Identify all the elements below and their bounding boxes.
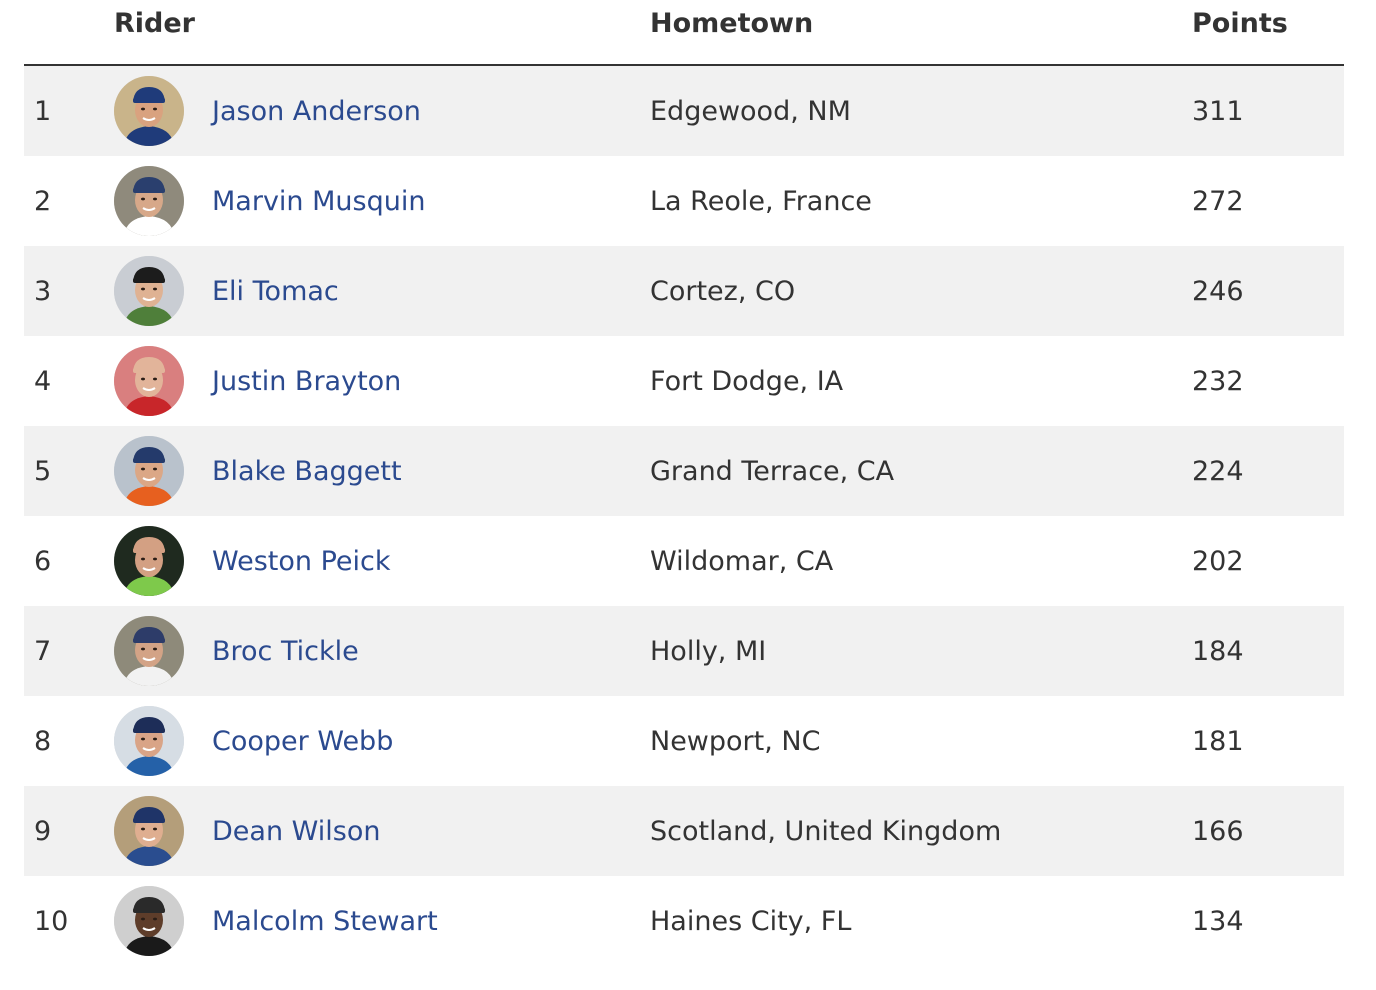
rider-avatar[interactable] (114, 706, 184, 776)
points-cell: 246 (1192, 275, 1244, 307)
name-cell: Dean Wilson (212, 786, 380, 876)
table-row: 6 Weston Peick Wildomar, CA 202 (24, 516, 1344, 606)
table-row: 4 Justin Brayton Fort Dodge, IA 232 (24, 336, 1344, 426)
table-row: 10 Malcolm Stewart Haines City, FL 134 (24, 876, 1344, 966)
hometown-cell: Wildomar, CA (650, 545, 834, 577)
points-cell: 224 (1192, 455, 1244, 487)
avatar-cell (114, 696, 184, 786)
table-row: 7 Broc Tickle Holly, MI 184 (24, 606, 1344, 696)
table-row: 9 Dean Wilson Scotland, United Kingdom 166 (24, 786, 1344, 876)
avatar-cell (114, 66, 184, 156)
name-cell: Eli Tomac (212, 246, 339, 336)
rider-name-link[interactable]: Eli Tomac (212, 276, 339, 307)
rank-cell: 7 (34, 635, 52, 667)
hometown-cell: Holly, MI (650, 635, 767, 667)
rank-cell: 1 (34, 95, 52, 127)
rider-avatar[interactable] (114, 436, 184, 506)
rider-name-link[interactable]: Malcolm Stewart (212, 906, 438, 937)
table-row: 3 Eli Tomac Cortez, CO 246 (24, 246, 1344, 336)
rider-avatar[interactable] (114, 886, 184, 956)
hometown-cell: Grand Terrace, CA (650, 455, 895, 487)
rider-name-link[interactable]: Broc Tickle (212, 636, 359, 667)
rank-cell: 2 (34, 185, 52, 217)
table-body: 1 Jason Anderson Edgewood, NM 311 2 Marvin Mu… (24, 66, 1344, 966)
rank-cell: 9 (34, 815, 52, 847)
name-cell: Jason Anderson (212, 66, 421, 156)
header-hometown: Hometown (650, 8, 814, 39)
hometown-cell: Scotland, United Kingdom (650, 815, 1002, 847)
hometown-cell: Newport, NC (650, 725, 821, 757)
rider-avatar[interactable] (114, 346, 184, 416)
name-cell: Cooper Webb (212, 696, 393, 786)
rider-avatar[interactable] (114, 76, 184, 146)
rider-name-link[interactable]: Blake Baggett (212, 456, 402, 487)
avatar-cell (114, 606, 184, 696)
points-cell: 184 (1192, 635, 1244, 667)
hometown-cell: Fort Dodge, IA (650, 365, 844, 397)
table-row: 1 Jason Anderson Edgewood, NM 311 (24, 66, 1344, 156)
name-cell: Weston Peick (212, 516, 391, 606)
rider-name-link[interactable]: Justin Brayton (212, 366, 401, 397)
rider-avatar[interactable] (114, 166, 184, 236)
rank-cell: 10 (34, 905, 69, 937)
rider-name-link[interactable]: Cooper Webb (212, 726, 393, 757)
avatar-cell (114, 246, 184, 336)
avatar-cell (114, 426, 184, 516)
rider-name-link[interactable]: Weston Peick (212, 546, 391, 577)
avatar-cell (114, 336, 184, 426)
table-row: 5 Blake Baggett Grand Terrace, CA 224 (24, 426, 1344, 516)
name-cell: Marvin Musquin (212, 156, 425, 246)
points-cell: 181 (1192, 725, 1244, 757)
rank-cell: 4 (34, 365, 52, 397)
rider-avatar[interactable] (114, 616, 184, 686)
rider-avatar[interactable] (114, 256, 184, 326)
avatar-cell (114, 156, 184, 246)
table-row: 2 Marvin Musquin La Reole, France 272 (24, 156, 1344, 246)
header-rider: Rider (114, 8, 195, 39)
points-cell: 202 (1192, 545, 1244, 577)
hometown-cell: Haines City, FL (650, 905, 852, 937)
avatar-cell (114, 876, 184, 966)
name-cell: Broc Tickle (212, 606, 359, 696)
hometown-cell: Edgewood, NM (650, 95, 851, 127)
points-cell: 166 (1192, 815, 1244, 847)
standings-table: Rider Hometown Points 1 Jason Anderson Edg… (24, 0, 1344, 966)
header-points: Points (1192, 8, 1288, 39)
rank-cell: 3 (34, 275, 52, 307)
rank-cell: 6 (34, 545, 52, 577)
rider-name-link[interactable]: Dean Wilson (212, 816, 380, 847)
hometown-cell: La Reole, France (650, 185, 872, 217)
hometown-cell: Cortez, CO (650, 275, 796, 307)
name-cell: Malcolm Stewart (212, 876, 438, 966)
rank-cell: 8 (34, 725, 52, 757)
rider-avatar[interactable] (114, 796, 184, 866)
table-row: 8 Cooper Webb Newport, NC 181 (24, 696, 1344, 786)
rider-name-link[interactable]: Jason Anderson (212, 96, 421, 127)
rider-avatar[interactable] (114, 526, 184, 596)
points-cell: 134 (1192, 905, 1244, 937)
points-cell: 232 (1192, 365, 1244, 397)
table-header: Rider Hometown Points (24, 0, 1344, 66)
points-cell: 272 (1192, 185, 1244, 217)
rank-cell: 5 (34, 455, 52, 487)
avatar-cell (114, 516, 184, 606)
name-cell: Blake Baggett (212, 426, 402, 516)
name-cell: Justin Brayton (212, 336, 401, 426)
rider-name-link[interactable]: Marvin Musquin (212, 186, 425, 217)
avatar-cell (114, 786, 184, 876)
points-cell: 311 (1192, 95, 1244, 127)
